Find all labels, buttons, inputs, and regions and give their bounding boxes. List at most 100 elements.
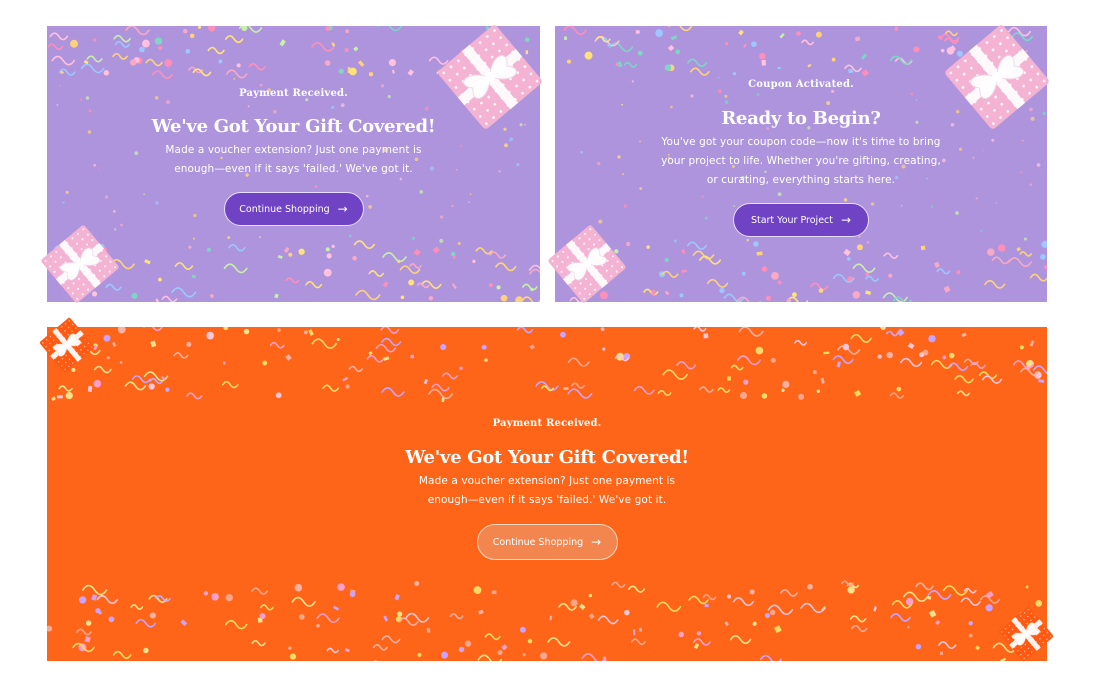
gift-box-icon <box>548 225 626 303</box>
confetti-piece <box>124 381 147 391</box>
confetti-piece <box>186 341 192 347</box>
confetti-piece <box>345 29 350 34</box>
confetti-piece <box>597 615 619 625</box>
confetti-piece <box>377 26 403 32</box>
confetti-piece <box>651 290 656 296</box>
confetti-piece <box>164 59 173 67</box>
confetti-piece <box>76 628 92 636</box>
confetti-piece <box>93 379 102 388</box>
confetti-piece <box>646 245 650 249</box>
confetti-piece <box>80 63 105 74</box>
confetti-piece <box>761 393 768 399</box>
confetti-piece <box>981 375 1003 384</box>
confetti-piece <box>481 344 487 350</box>
confetti-piece <box>119 361 123 364</box>
confetti-piece <box>224 619 248 630</box>
confetti-piece <box>761 59 767 66</box>
confetti-piece <box>873 606 877 612</box>
confetti-piece <box>732 597 755 607</box>
confetti-piece <box>114 41 131 48</box>
confetti-piece <box>560 331 566 338</box>
confetti-piece <box>279 39 286 47</box>
confetti-piece <box>383 615 389 622</box>
confetti-piece <box>602 347 606 351</box>
continue-shopping-button[interactable]: Continue Shopping → <box>223 192 364 226</box>
confetti-piece <box>78 596 87 604</box>
body-line: Made a voucher extension? Just one payme… <box>165 144 422 156</box>
confetti-piece <box>130 59 137 66</box>
confetti-piece <box>186 392 203 400</box>
confetti-piece <box>1020 367 1040 376</box>
confetti-piece <box>609 42 634 53</box>
confetti-piece <box>704 604 709 608</box>
confetti-piece <box>807 583 813 590</box>
confetti-piece <box>761 266 768 272</box>
confetti-piece <box>624 609 630 616</box>
confetti-piece <box>794 339 808 346</box>
confetti-piece <box>298 614 305 620</box>
confetti-piece <box>866 241 870 244</box>
confetti-piece <box>978 371 998 380</box>
confetti-piece <box>777 280 782 285</box>
confetti-piece <box>382 281 389 288</box>
confetti-piece <box>724 621 730 627</box>
continue-shopping-button[interactable]: Continue Shopping → <box>476 524 618 560</box>
start-your-project-button[interactable]: Start Your Project → <box>733 203 869 237</box>
confetti-piece <box>522 653 526 657</box>
confetti-piece <box>274 293 279 299</box>
button-label: Continue Shopping <box>239 203 330 215</box>
confetti-piece <box>915 582 934 591</box>
confetti-piece <box>81 584 108 596</box>
confetti-piece <box>960 597 981 606</box>
confetti-piece <box>414 580 420 586</box>
confetti-piece <box>664 257 669 262</box>
card-title: We've Got Your Gift Covered! <box>405 447 689 468</box>
confetti-piece <box>547 637 571 647</box>
confetti-piece <box>400 295 405 300</box>
confetti-piece <box>896 386 902 392</box>
confetti-piece <box>564 36 567 40</box>
confetti-piece <box>259 83 263 87</box>
confetti-piece <box>458 646 465 653</box>
confetti-piece <box>987 248 995 256</box>
confetti-piece <box>738 327 764 337</box>
confetti-piece <box>777 66 781 69</box>
confetti-piece <box>375 343 397 353</box>
confetti-piece <box>727 376 731 381</box>
confetti-piece <box>961 332 967 338</box>
confetti-piece <box>222 361 226 365</box>
confetti-piece <box>749 589 755 595</box>
confetti-piece <box>161 295 178 302</box>
confetti-piece <box>251 587 269 595</box>
confetti-piece <box>717 387 731 393</box>
confetti-piece <box>796 31 801 36</box>
confetti-piece <box>208 26 216 32</box>
confetti-piece <box>985 604 993 612</box>
confetti-piece <box>291 596 316 607</box>
body-line: enough—even if it says 'failed.' We've g… <box>427 494 667 506</box>
confetti-piece <box>206 247 211 252</box>
confetti-piece <box>928 610 937 618</box>
confetti-piece <box>521 296 540 302</box>
confetti-piece <box>500 294 508 302</box>
confetti-piece <box>729 635 752 645</box>
confetti-piece <box>224 35 244 44</box>
confetti-piece <box>668 26 693 32</box>
confetti-piece <box>670 34 678 41</box>
confetti-piece <box>243 328 250 335</box>
confetti-piece <box>464 640 472 647</box>
confetti-piece <box>615 62 619 66</box>
confetti-piece <box>623 353 631 360</box>
confetti-piece <box>478 609 484 615</box>
confetti-piece <box>171 287 197 298</box>
confetti-piece <box>643 288 659 296</box>
confetti-piece <box>579 603 586 610</box>
confetti-piece <box>58 385 73 392</box>
confetti-piece <box>428 295 434 301</box>
confetti-piece <box>93 38 97 42</box>
confetti-piece <box>719 287 725 294</box>
confetti-piece <box>938 641 957 650</box>
confetti-piece <box>563 387 569 391</box>
confetti-piece <box>180 619 188 627</box>
confetti-piece <box>883 252 899 260</box>
